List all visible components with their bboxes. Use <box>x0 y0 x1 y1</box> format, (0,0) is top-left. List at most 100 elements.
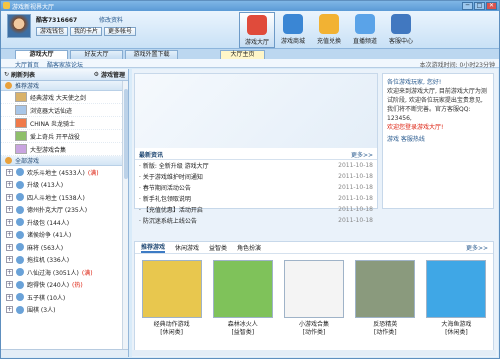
toolbar-button-0[interactable]: 游戏大厅 <box>239 12 275 48</box>
expand-icon[interactable]: + <box>6 281 13 289</box>
game-screenshot[interactable] <box>426 260 487 318</box>
game-list-item[interactable]: + 八仙过海 (3051人) (满) <box>1 266 128 279</box>
expand-icon[interactable]: + <box>6 306 13 314</box>
section-recommended[interactable]: 推荐游戏 <box>1 81 128 91</box>
game-list-panel: ↻ 刷新列表 ⚙ 游戏管理 推荐游戏 经典游戏 大天使之剑 浏览器大话仙迹 CHINA … <box>1 69 129 357</box>
news-item[interactable]: · 防沉迷系统上线公告 2011-10-18 <box>135 215 377 226</box>
news-item[interactable]: · 新版: 全新升级 游戏大厅 2011-10-18 <box>135 160 377 171</box>
game-card[interactable]: 小游戏合集 [动作类] <box>283 260 344 337</box>
banner-news: 最新资讯 更多>> · 新版: 全新升级 游戏大厅 2011-10-18 · 关于游戏… <box>134 73 378 225</box>
game-manage-button[interactable]: ⚙ 游戏管理 <box>94 70 125 79</box>
toolbar-label: 客服中心 <box>388 38 413 45</box>
game-list-item[interactable]: + 欢乐斗地主 (4533人) (满) <box>1 166 128 179</box>
game-card-title[interactable]: 经典动作游戏 <box>141 321 202 329</box>
section-all-games[interactable]: 全部游戏 <box>1 156 128 166</box>
tab-home[interactable]: 大厅主页 <box>220 50 265 59</box>
expand-icon[interactable]: + <box>6 168 13 176</box>
game-card-title[interactable]: 森林冰火人 <box>212 321 273 329</box>
games-tab-2[interactable]: 益智类 <box>209 243 227 252</box>
hot-badge: (满) <box>81 269 93 277</box>
game-card[interactable]: 经典动作游戏 [休闲类] <box>141 260 202 337</box>
more-accounts-button[interactable]: 更多帐号 <box>104 27 137 36</box>
game-list-item[interactable]: + 五子棋 (10人) <box>1 291 128 304</box>
game-card-title[interactable]: 大海鱼游戏 <box>426 321 487 329</box>
expand-icon[interactable]: + <box>6 293 13 301</box>
toolbar-button-4[interactable]: 客服中心 <box>383 12 419 48</box>
game-list-item[interactable]: + 升级 (413人) <box>1 179 128 192</box>
expand-icon[interactable]: + <box>6 218 13 226</box>
game-list-item[interactable]: + 拖拉机 (336人) <box>1 254 128 267</box>
edit-profile-link[interactable]: 修改资料 <box>99 15 123 24</box>
news-item[interactable]: · 春节期间活动公告 2011-10-18 <box>135 182 377 193</box>
recommended-game-item[interactable]: 爱上奇兵 开平战役 <box>1 130 128 143</box>
recommended-game-item[interactable]: CHINA 炎龙骑士 <box>1 117 128 130</box>
header: 酷客7316667 修改资料 游戏钱包 我的卡片 更多帐号 游戏大厅 游戏商城 充值… <box>1 11 499 49</box>
games-tab-0[interactable]: 推荐游戏 <box>141 242 166 253</box>
recommended-game-item[interactable]: 大型游戏合集 <box>1 143 128 156</box>
game-card[interactable]: 反恐精英 [动作类] <box>355 260 416 337</box>
game-screenshot[interactable] <box>212 260 273 318</box>
game-card[interactable]: 大海鱼游戏 [休闲类] <box>426 260 487 337</box>
games-more-link[interactable]: 更多>> <box>466 243 488 252</box>
avatar[interactable] <box>7 14 31 38</box>
star-icon <box>5 82 12 89</box>
section-label: 推荐游戏 <box>15 83 40 90</box>
game-screenshot[interactable] <box>284 260 344 318</box>
game-list-item[interactable]: + 四人斗地主 (1538人) <box>1 191 128 204</box>
list-scrollbar[interactable] <box>122 81 128 349</box>
news-date: 2011-10-18 <box>338 206 373 213</box>
expand-icon[interactable]: + <box>6 256 13 264</box>
toolbar-icon <box>283 14 303 34</box>
game-list-item[interactable]: + 麻将 (563人) <box>1 241 128 254</box>
wallet-button[interactable]: 游戏钱包 <box>36 27 69 36</box>
games-tab-1[interactable]: 休闲游戏 <box>175 243 199 252</box>
tab-download[interactable]: 游戏外置下载 <box>125 50 178 59</box>
news-more-link[interactable]: 更多>> <box>351 150 373 159</box>
close-button[interactable]: ✕ <box>486 2 497 10</box>
expand-icon[interactable]: + <box>6 231 13 239</box>
game-name: 诸侯纷争 (41人) <box>27 232 72 240</box>
game-list-item[interactable]: + 围棋 (3人) <box>1 304 128 317</box>
expand-icon[interactable]: + <box>6 193 13 201</box>
news-item[interactable]: · 【充值优惠】活动开启 2011-10-18 <box>135 204 377 215</box>
toolbar-icon <box>391 14 411 34</box>
game-card-title[interactable]: 小游戏合集 <box>283 321 344 329</box>
section-label: 全部游戏 <box>15 158 40 165</box>
recommended-game-item[interactable]: 浏览器大话仙迹 <box>1 104 128 117</box>
banner-image[interactable] <box>135 74 377 148</box>
game-name: 麻将 (563人) <box>27 244 64 252</box>
game-list-item[interactable]: + 诸侯纷争 (41人) <box>1 229 128 242</box>
minimize-button[interactable]: ─ <box>462 2 473 10</box>
game-card-title[interactable]: 反恐精英 <box>355 321 416 329</box>
scroll-thumb[interactable] <box>124 89 128 179</box>
games-tab-3[interactable]: 角色扮演 <box>237 243 261 252</box>
game-list-item[interactable]: + 德州扑克大厅 (235人) <box>1 204 128 217</box>
game-card[interactable]: 森林冰火人 [益智类] <box>212 260 273 337</box>
game-name: 欢乐斗地主 (4533人) <box>27 169 85 177</box>
expand-icon[interactable]: + <box>6 206 13 214</box>
cards-button[interactable]: 我的卡片 <box>70 27 103 36</box>
expand-icon[interactable]: + <box>6 268 13 276</box>
subnav-home[interactable]: 大厅首页 <box>15 60 39 69</box>
game-screenshot[interactable] <box>141 260 202 318</box>
game-screenshot[interactable] <box>355 260 416 318</box>
list-hscrollbar[interactable] <box>1 349 128 357</box>
news-item[interactable]: · 新手礼包领取说明 2011-10-18 <box>135 193 377 204</box>
toolbar-button-2[interactable]: 充值兑换 <box>311 12 347 48</box>
news-date: 2011-10-18 <box>338 173 373 180</box>
expand-icon[interactable]: + <box>6 243 13 251</box>
refresh-list-button[interactable]: ↻ 刷新列表 <box>4 70 35 79</box>
toolbar-button-3[interactable]: 直播频道 <box>347 12 383 48</box>
game-list-item[interactable]: + 升级包 (144人) <box>1 216 128 229</box>
maximize-button[interactable]: □ <box>474 2 485 10</box>
subnav-forum[interactable]: 酷客家族论坛 <box>47 60 83 69</box>
tab-game-hall[interactable]: 游戏大厅 <box>15 50 68 59</box>
recommended-game-item[interactable]: 经典游戏 大天使之剑 <box>1 91 128 104</box>
expand-icon[interactable]: + <box>6 181 13 189</box>
game-list-item[interactable]: + 跑得快 (240人) (热) <box>1 279 128 292</box>
notice-footer-link[interactable]: 游戏 客服热线 <box>387 135 489 144</box>
content-hscrollbar[interactable] <box>132 350 496 356</box>
tab-friends[interactable]: 好友大厅 <box>70 50 123 59</box>
toolbar-button-1[interactable]: 游戏商城 <box>275 12 311 48</box>
news-item[interactable]: · 关于游戏维护时间通知 2011-10-18 <box>135 171 377 182</box>
